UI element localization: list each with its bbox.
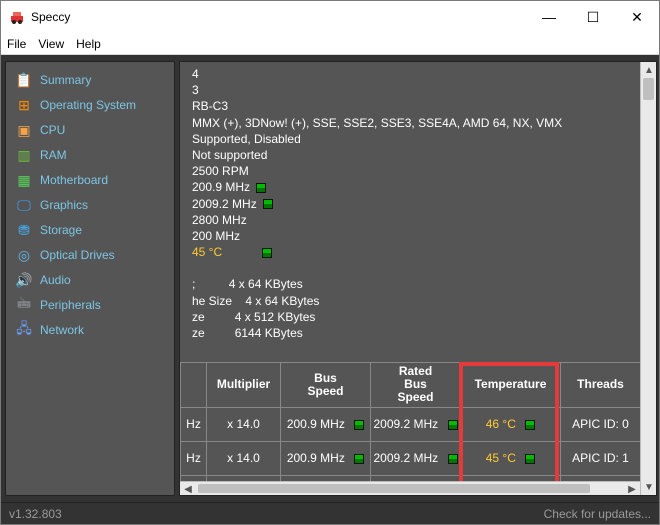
motherboard-icon: ▦ bbox=[16, 172, 32, 188]
window: Speccy — ☐ ✕ File View Help 📋 Summary ⊞ Op… bbox=[0, 0, 660, 525]
status-square-icon bbox=[256, 183, 266, 193]
peripherals-icon: 🖮 bbox=[16, 297, 32, 313]
close-button[interactable]: ✕ bbox=[615, 2, 659, 32]
vscroll-thumb[interactable] bbox=[643, 78, 654, 100]
table-head-row: Multiplier Bus Speed Rated Bus Speed Tem… bbox=[181, 363, 641, 408]
table-row[interactable]: Hz x 14.0 200.9 MHz 2009.2 MHz 45 °C API… bbox=[181, 441, 641, 475]
scroll-left-icon[interactable]: ◀ bbox=[180, 482, 196, 496]
scroll-down-icon[interactable]: ▼ bbox=[641, 479, 657, 495]
cell-threads: APIC ID: 0 bbox=[561, 407, 641, 441]
sidebar-item-cpu[interactable]: ▣ CPU bbox=[10, 118, 170, 142]
cell-multiplier: x 14.0 bbox=[207, 441, 281, 475]
app-icon bbox=[9, 9, 25, 25]
cell-hz: Hz bbox=[181, 441, 207, 475]
cell-threads: APIC ID: 1 bbox=[561, 441, 641, 475]
cell-hz: Hz bbox=[181, 407, 207, 441]
sidebar-item-label: Optical Drives bbox=[40, 248, 115, 262]
cell-temp: 46 °C bbox=[461, 407, 561, 441]
scroll-up-icon[interactable]: ▲ bbox=[641, 62, 657, 78]
info-pane: 4 3 RB-C3 MMX (+), 3DNow! (+), SSE, SSE2… bbox=[179, 61, 657, 496]
sidebar-item-peripherals[interactable]: 🖮 Peripherals bbox=[10, 293, 170, 317]
window-controls: — ☐ ✕ bbox=[527, 2, 659, 32]
sidebar-item-ram[interactable]: ▥ RAM bbox=[10, 143, 170, 167]
sidebar-item-audio[interactable]: 🔊 Audio bbox=[10, 268, 170, 292]
sidebar-item-label: Network bbox=[40, 323, 84, 337]
sidebar-item-label: Operating System bbox=[40, 98, 136, 112]
sidebar-item-motherboard[interactable]: ▦ Motherboard bbox=[10, 168, 170, 192]
sidebar-item-optical[interactable]: ◎ Optical Drives bbox=[10, 243, 170, 267]
cores-table-wrap: Multiplier Bus Speed Rated Bus Speed Tem… bbox=[180, 362, 640, 481]
sidebar-item-storage[interactable]: ⛃ Storage bbox=[10, 218, 170, 242]
minimize-button[interactable]: — bbox=[527, 2, 571, 32]
status-square-icon bbox=[525, 420, 535, 430]
sidebar-item-label: Motherboard bbox=[40, 173, 108, 187]
cell-rated: 2009.2 MHz bbox=[371, 441, 461, 475]
info-text: 4 3 RB-C3 MMX (+), 3DNow! (+), SSE, SSE2… bbox=[192, 66, 562, 341]
col-bus-speed[interactable]: Bus Speed bbox=[281, 363, 371, 408]
cell-multiplier: x 14.0 bbox=[207, 407, 281, 441]
menu-view[interactable]: View bbox=[38, 37, 64, 51]
cell-rated: 2009.2 MHz bbox=[371, 407, 461, 441]
storage-icon: ⛃ bbox=[16, 222, 32, 238]
titlebar[interactable]: Speccy — ☐ ✕ bbox=[1, 1, 659, 33]
sidebar-item-graphics[interactable]: 🖵 Graphics bbox=[10, 193, 170, 217]
window-title: Speccy bbox=[31, 10, 70, 24]
maximize-button[interactable]: ☐ bbox=[571, 2, 615, 32]
check-updates-link[interactable]: Check for updates... bbox=[544, 507, 651, 521]
col-multiplier[interactable]: Multiplier bbox=[207, 363, 281, 408]
sidebar-item-os[interactable]: ⊞ Operating System bbox=[10, 93, 170, 117]
sidebar-item-label: CPU bbox=[40, 123, 65, 137]
statusbar: v1.32.803 Check for updates... bbox=[1, 502, 659, 524]
col-rated-bus-speed[interactable]: Rated Bus Speed bbox=[371, 363, 461, 408]
audio-icon: 🔊 bbox=[16, 272, 32, 288]
menubar: File View Help bbox=[1, 33, 659, 55]
os-icon: ⊞ bbox=[16, 97, 32, 113]
sidebar-item-summary[interactable]: 📋 Summary bbox=[10, 68, 170, 92]
status-square-icon bbox=[448, 420, 458, 430]
main: 4 3 RB-C3 MMX (+), 3DNow! (+), SSE, SSE2… bbox=[179, 61, 657, 496]
col-temperature[interactable]: Temperature bbox=[461, 363, 561, 408]
status-square-icon bbox=[448, 454, 458, 464]
sidebar: 📋 Summary ⊞ Operating System ▣ CPU ▥ RAM ▦ Mo… bbox=[5, 61, 175, 496]
status-square-icon bbox=[262, 248, 272, 258]
network-icon: 🖧 bbox=[16, 322, 32, 338]
status-square-icon bbox=[354, 420, 364, 430]
content: 📋 Summary ⊞ Operating System ▣ CPU ▥ RAM ▦ Mo… bbox=[1, 55, 659, 502]
hscroll-thumb[interactable] bbox=[198, 484, 590, 493]
menu-file[interactable]: File bbox=[7, 37, 26, 51]
status-square-icon bbox=[263, 199, 273, 209]
graphics-icon: 🖵 bbox=[16, 197, 32, 213]
sidebar-item-network[interactable]: 🖧 Network bbox=[10, 318, 170, 342]
col-blank[interactable] bbox=[181, 363, 207, 408]
status-square-icon bbox=[525, 454, 535, 464]
ram-icon: ▥ bbox=[16, 147, 32, 163]
sidebar-item-label: Summary bbox=[40, 73, 91, 87]
cpu-temp: 45 °C bbox=[192, 245, 222, 259]
cores-table: Multiplier Bus Speed Rated Bus Speed Tem… bbox=[180, 362, 640, 481]
optical-icon: ◎ bbox=[16, 247, 32, 263]
sidebar-item-label: Graphics bbox=[40, 198, 88, 212]
sidebar-item-label: Audio bbox=[40, 273, 71, 287]
cell-bus: 200.9 MHz bbox=[281, 407, 371, 441]
scroll-right-icon[interactable]: ▶ bbox=[624, 482, 640, 496]
vertical-scrollbar[interactable]: ▲ ▼ bbox=[640, 62, 656, 495]
status-square-icon bbox=[354, 454, 364, 464]
table-row[interactable]: Hz x 14.0 200.9 MHz 2009.2 MHz 46 °C API… bbox=[181, 407, 641, 441]
sidebar-item-label: Peripherals bbox=[40, 298, 101, 312]
cell-temp: 45 °C bbox=[461, 441, 561, 475]
col-threads[interactable]: Threads bbox=[561, 363, 641, 408]
cpu-icon: ▣ bbox=[16, 122, 32, 138]
summary-icon: 📋 bbox=[16, 72, 32, 88]
sidebar-item-label: RAM bbox=[40, 148, 67, 162]
cell-bus: 200.9 MHz bbox=[281, 441, 371, 475]
version-label: v1.32.803 bbox=[9, 507, 62, 521]
menu-help[interactable]: Help bbox=[76, 37, 101, 51]
horizontal-scrollbar[interactable]: ◀ ▶ bbox=[180, 481, 640, 495]
sidebar-item-label: Storage bbox=[40, 223, 82, 237]
